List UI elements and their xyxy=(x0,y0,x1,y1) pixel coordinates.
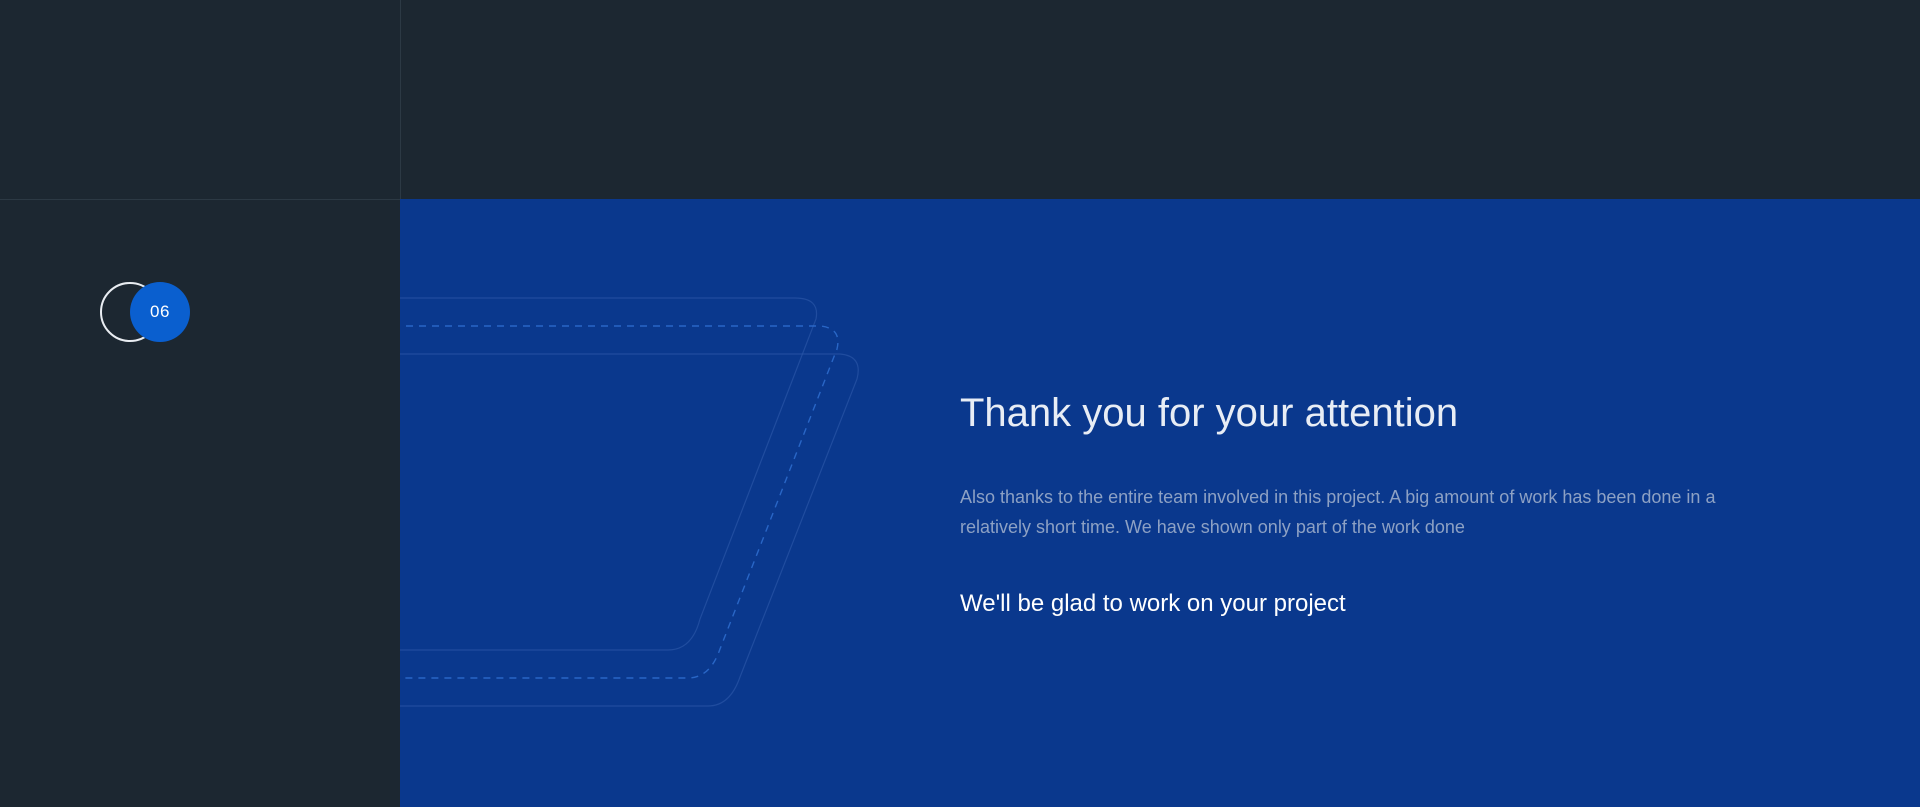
decorative-frames xyxy=(400,297,859,707)
grid-line-vertical xyxy=(400,0,401,200)
decorative-frame-back xyxy=(400,297,818,651)
decorative-frame-front xyxy=(400,353,859,707)
slide-title: Thank you for your attention xyxy=(960,391,1459,435)
closing-text-block: Thank you for your attention Also thanks… xyxy=(960,385,1780,619)
decorative-frame-dashed xyxy=(400,325,839,679)
slide-counter: 06 xyxy=(100,282,190,342)
slide: 06 Thank you for your attention Also tha… xyxy=(0,0,1920,807)
slide-number-badge: 06 xyxy=(130,282,190,342)
slide-tagline: We'll be glad to work on your project xyxy=(960,590,1346,617)
grid-line-horizontal xyxy=(0,199,400,200)
slide-description: Also thanks to the entire team involved … xyxy=(960,487,1716,537)
